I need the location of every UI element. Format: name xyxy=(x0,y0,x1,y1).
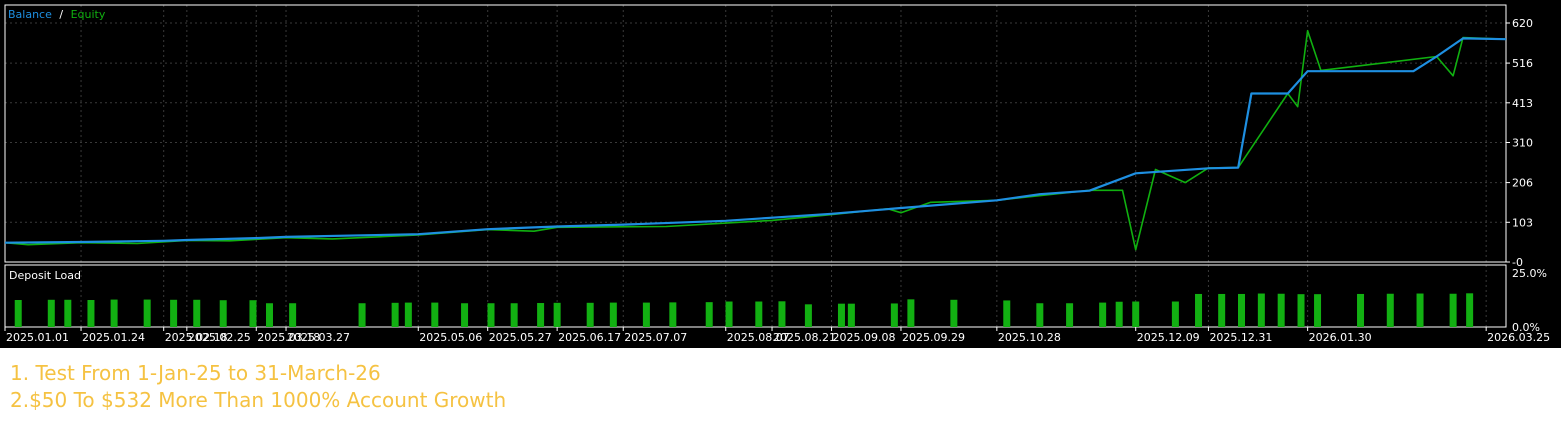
x-tick-label: 2025.10.28 xyxy=(998,331,1061,344)
deposit-load-bar xyxy=(87,300,95,327)
deposit-load-bar xyxy=(1449,293,1457,327)
deposit-load-bar xyxy=(404,302,412,327)
y-tick-label: 620 xyxy=(1512,17,1533,30)
deposit-load-title: Deposit Load xyxy=(9,269,81,282)
deposit-load-bar xyxy=(669,302,677,327)
deposit-load-bar xyxy=(1314,294,1322,327)
legend-balance: Balance xyxy=(8,8,52,21)
caption-line-1: 1. Test From 1-Jan-25 to 31-March-26 xyxy=(10,361,381,385)
deposit-load-bar xyxy=(1115,301,1123,327)
y-tick-label: 413 xyxy=(1512,97,1533,110)
deposit-load-bar xyxy=(1218,293,1226,327)
deposit-load-bar xyxy=(705,302,713,327)
x-tick-label: 2025.09.29 xyxy=(902,331,965,344)
deposit-load-bar xyxy=(1257,293,1265,327)
deposit-load-bar xyxy=(249,300,257,327)
deposit-load-bar xyxy=(487,303,495,327)
caption-line-2: 2.$50 To $532 More Than 1000% Account Gr… xyxy=(10,388,507,412)
deposit-load-bar xyxy=(265,303,273,327)
deposit-load-bar xyxy=(47,299,55,327)
deposit-load-bar xyxy=(1195,293,1203,327)
deposit-load-bar xyxy=(725,301,733,327)
legend-equity: Equity xyxy=(71,8,106,21)
x-tick-label: 2025.05.27 xyxy=(489,331,552,344)
x-tick-label: 2025.01.24 xyxy=(82,331,145,344)
deposit-load-bar xyxy=(1386,293,1394,327)
y-tick-label: 206 xyxy=(1512,177,1533,190)
deposit-load-bar xyxy=(358,303,366,327)
x-tick-label: 2025.12.31 xyxy=(1209,331,1272,344)
deposit-load-bar xyxy=(837,303,845,327)
x-tick-label: 2025.01.01 xyxy=(6,331,69,344)
deposit-load-bar xyxy=(586,302,594,327)
deposit-load-bar xyxy=(431,302,439,327)
deposit-load-bar xyxy=(14,300,22,327)
deposit-load-bar xyxy=(642,302,650,327)
x-tick-label: 2025.08.21 xyxy=(773,331,836,344)
deposit-load-bar xyxy=(510,303,518,327)
deposit-load-bar xyxy=(1277,293,1285,327)
caption: 1. Test From 1-Jan-25 to 31-March-26 2.$… xyxy=(10,360,506,414)
y-tick-label: 516 xyxy=(1512,57,1533,70)
deposit-load-bar xyxy=(1003,300,1011,327)
deposit-load-bar xyxy=(609,302,617,327)
deposit-load-bar xyxy=(461,303,469,327)
deposit-load-bar xyxy=(1036,303,1044,327)
deposit-load-bar xyxy=(950,299,958,327)
deposit-load-bar xyxy=(170,299,178,327)
strategy-tester-chart: 620516413310206103-025.0%0.0% 2025.01.01… xyxy=(0,0,1561,348)
deposit-load-bar xyxy=(64,299,72,327)
x-tick-label: 2026.01.30 xyxy=(1309,331,1372,344)
deposit-load-bar xyxy=(391,302,399,327)
x-tick-label: 2025.02.25 xyxy=(188,331,251,344)
y-tick-label: 103 xyxy=(1512,216,1533,229)
x-tick-label: 2025.09.08 xyxy=(833,331,896,344)
load-y-tick-label: 25.0% xyxy=(1512,267,1547,280)
deposit-load-bar xyxy=(289,303,297,327)
x-tick-label: 2025.07.07 xyxy=(624,331,687,344)
deposit-load-bar xyxy=(1416,293,1424,327)
deposit-load-bar xyxy=(193,299,201,327)
deposit-load-bar xyxy=(1099,302,1107,327)
deposit-load-bar xyxy=(110,299,118,327)
deposit-load-bar xyxy=(804,304,812,327)
deposit-load-bar xyxy=(219,300,227,327)
deposit-load-bar xyxy=(1466,293,1474,327)
x-tick-label: 2025.06.17 xyxy=(558,331,621,344)
deposit-load-bar xyxy=(1066,303,1074,327)
deposit-load-bar xyxy=(755,301,763,327)
deposit-load-bar xyxy=(1238,293,1246,327)
chart-background xyxy=(0,0,1561,348)
deposit-load-bar xyxy=(907,299,915,327)
y-tick-label: 310 xyxy=(1512,137,1533,150)
x-tick-label: 2025.03.27 xyxy=(287,331,350,344)
deposit-load-bar xyxy=(1171,301,1179,327)
deposit-load-bar xyxy=(143,299,151,327)
deposit-load-bar xyxy=(1297,294,1305,327)
deposit-load-bar xyxy=(1357,293,1365,327)
deposit-load-bar xyxy=(890,303,898,327)
deposit-load-bar xyxy=(537,303,545,327)
x-tick-label: 2025.05.06 xyxy=(419,331,482,344)
deposit-load-bar xyxy=(1132,301,1140,327)
deposit-load-bar xyxy=(778,301,786,327)
x-tick-label: 2025.12.09 xyxy=(1137,331,1200,344)
deposit-load-bar xyxy=(553,302,561,327)
x-tick-label: 2026.03.25 xyxy=(1487,331,1550,344)
deposit-load-bar xyxy=(847,303,855,327)
legend-separator: / xyxy=(59,8,63,21)
